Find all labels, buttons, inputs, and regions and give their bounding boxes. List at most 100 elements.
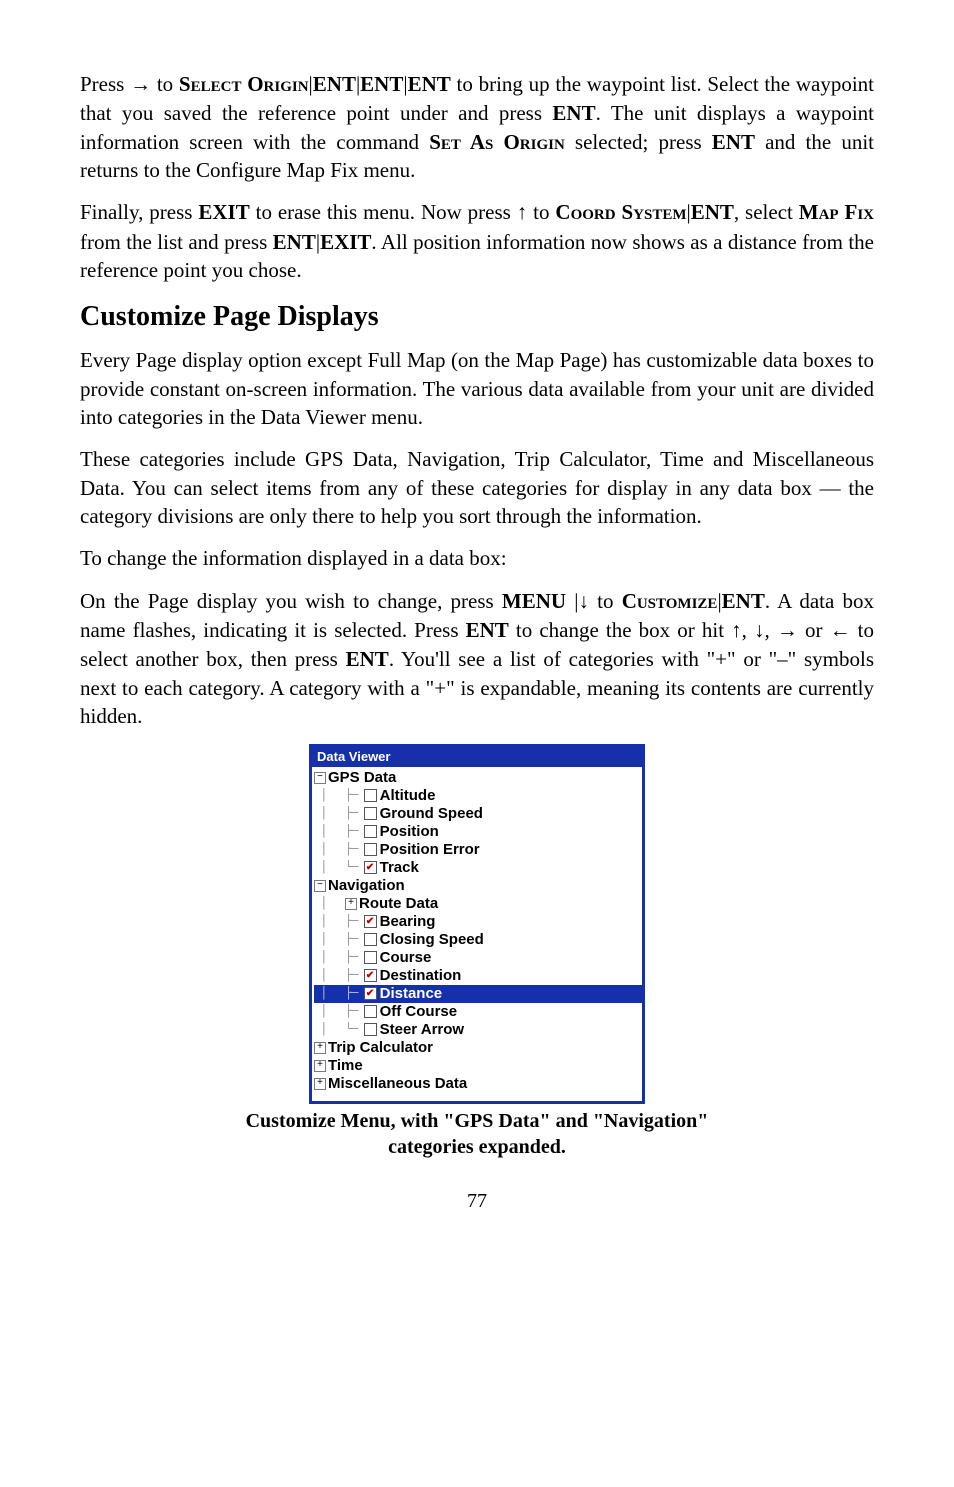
ent-key: ENT (408, 72, 451, 96)
tree-item[interactable]: │ ├─ Destination (314, 967, 642, 985)
tree-conn-icon: │ ├─ (314, 825, 364, 839)
label: Ground Speed (380, 805, 483, 822)
tree-conn-icon: │ (314, 897, 345, 911)
checkbox-icon[interactable] (364, 825, 377, 838)
ent-key: ENT (313, 72, 356, 96)
window-title: Data Viewer (312, 747, 642, 767)
tree-item[interactable]: │ ├─ Position (314, 823, 642, 841)
label: Steer Arrow (380, 1021, 464, 1038)
data-viewer-window: Data Viewer −GPS Data │ ├─ Altitude │ ├─… (309, 744, 645, 1104)
text: to change the box or hit (509, 618, 731, 642)
expand-icon[interactable]: + (345, 898, 357, 910)
text: , (742, 618, 754, 642)
tree-item[interactable]: │ ├─ Course (314, 949, 642, 967)
label: Off Course (380, 1003, 458, 1020)
expand-icon[interactable]: + (314, 1060, 326, 1072)
section-heading: Customize Page Displays (80, 298, 874, 336)
collapse-icon[interactable]: − (314, 880, 326, 892)
checkbox-icon[interactable] (364, 789, 377, 802)
tree-conn-icon: │ └─ (314, 861, 364, 875)
label: Closing Speed (380, 931, 484, 948)
ent-key: ENT (273, 230, 316, 254)
checkbox-icon[interactable] (364, 933, 377, 946)
checkbox-icon[interactable] (364, 987, 377, 1000)
customize-label: Customize (622, 589, 718, 613)
ent-key: ENT (552, 101, 595, 125)
label: Altitude (380, 787, 436, 804)
up-arrow-icon: ↑ (517, 201, 528, 224)
expand-icon[interactable]: + (314, 1078, 326, 1090)
checkbox-icon[interactable] (364, 1023, 377, 1036)
tree-conn-icon: │ ├─ (314, 843, 364, 857)
tree-category-gps[interactable]: −GPS Data (314, 769, 642, 787)
label: Track (380, 859, 419, 876)
tree-item-selected[interactable]: │ ├─ Distance (314, 985, 642, 1003)
caption-line-1: Customize Menu, with "GPS Data" and "Nav… (246, 1110, 709, 1132)
ent-key: ENT (346, 647, 389, 671)
tree-conn-icon: │ ├─ (314, 969, 364, 983)
tree-conn-icon: │ ├─ (314, 789, 364, 803)
paragraph-5: To change the information displayed in a… (80, 544, 874, 572)
checkbox-icon[interactable] (364, 843, 377, 856)
tree-item[interactable]: │ +Route Data (314, 895, 642, 913)
label: Trip Calculator (328, 1039, 433, 1056)
text: selected; press (565, 130, 712, 154)
text: Press (80, 72, 130, 96)
down-arrow-icon: ↓ (578, 590, 589, 613)
tree-item[interactable]: │ └─ Steer Arrow (314, 1021, 642, 1039)
tree-conn-icon: │ └─ (314, 1023, 364, 1037)
checkbox-icon[interactable] (364, 807, 377, 820)
tree-category-misc[interactable]: +Miscellaneous Data (314, 1075, 642, 1093)
tree-item[interactable]: │ ├─ Altitude (314, 787, 642, 805)
tree-category-time[interactable]: +Time (314, 1057, 642, 1075)
checkbox-icon[interactable] (364, 951, 377, 964)
tree-category-trip[interactable]: +Trip Calculator (314, 1039, 642, 1057)
ent-key: ENT (360, 72, 403, 96)
tree-conn-icon: │ ├─ (314, 933, 364, 947)
exit-key: EXIT (320, 230, 371, 254)
checkbox-icon[interactable] (364, 861, 377, 874)
coord-system-label: Coord System (555, 200, 686, 224)
tree-conn-icon: │ ├─ (314, 987, 364, 1001)
tree-item[interactable]: │ ├─ Closing Speed (314, 931, 642, 949)
text: Finally, press (80, 200, 198, 224)
tree-item[interactable]: │ ├─ Position Error (314, 841, 642, 859)
page-number: 77 (80, 1188, 874, 1215)
text: to (589, 589, 622, 613)
paragraph-1: Press → to Select Origin|ENT|ENT|ENT to … (80, 70, 874, 184)
map-fix-label: Map Fix (799, 200, 874, 224)
text: | (566, 589, 578, 613)
label: Route Data (359, 895, 438, 912)
tree-item[interactable]: │ └─ Track (314, 859, 642, 877)
expand-icon[interactable]: + (314, 1042, 326, 1054)
tree-view: −GPS Data │ ├─ Altitude │ ├─ Ground Spee… (312, 767, 642, 1101)
checkbox-icon[interactable] (364, 915, 377, 928)
text: to (527, 200, 555, 224)
select-origin-label: Select Origin (179, 72, 309, 96)
label: GPS Data (328, 769, 396, 786)
figure-caption: Customize Menu, with "GPS Data" and "Nav… (80, 1108, 874, 1160)
exit-key: EXIT (198, 200, 249, 224)
tree-category-navigation[interactable]: −Navigation (314, 877, 642, 895)
right-arrow-icon: → (777, 619, 798, 642)
label: Destination (380, 967, 462, 984)
label: Distance (380, 985, 443, 1002)
text: , (765, 618, 777, 642)
left-arrow-icon: ← (830, 619, 851, 642)
label: Navigation (328, 877, 405, 894)
text: to erase this menu. Now press (250, 200, 517, 224)
down-arrow-icon: ↓ (754, 619, 765, 642)
label: Time (328, 1057, 363, 1074)
tree-item[interactable]: │ ├─ Ground Speed (314, 805, 642, 823)
label: Course (380, 949, 432, 966)
tree-item[interactable]: │ ├─ Off Course (314, 1003, 642, 1021)
tree-item[interactable]: │ ├─ Bearing (314, 913, 642, 931)
checkbox-icon[interactable] (364, 969, 377, 982)
up-arrow-icon: ↑ (731, 619, 742, 642)
label: Bearing (380, 913, 436, 930)
text: or (798, 618, 830, 642)
menu-key: MENU (502, 589, 566, 613)
checkbox-icon[interactable] (364, 1005, 377, 1018)
label: Position Error (380, 841, 480, 858)
collapse-icon[interactable]: − (314, 772, 326, 784)
